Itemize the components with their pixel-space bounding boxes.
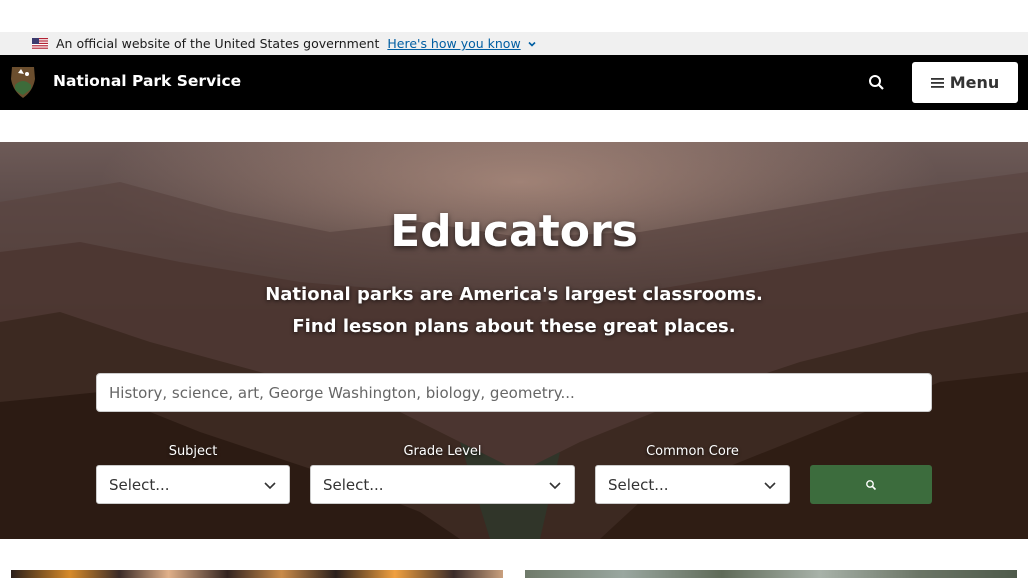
page-title: Educators [390, 206, 638, 257]
hero-section: Educators National parks are America's l… [0, 142, 1028, 539]
us-flag-icon [32, 38, 48, 49]
menu-button[interactable]: Menu [912, 62, 1018, 103]
grade-level-select-value: Select... [323, 475, 384, 494]
subject-label: Subject [168, 444, 218, 459]
feature-card-image-1[interactable] [11, 570, 503, 578]
how-you-know-link[interactable]: Here's how you know [387, 36, 520, 51]
hamburger-icon [930, 77, 944, 88]
common-core-label: Common Core [646, 444, 739, 459]
grade-level-label: Grade Level [403, 444, 482, 459]
gov-banner: An official website of the United States… [0, 32, 1028, 55]
nps-arrowhead-logo-icon[interactable] [9, 65, 37, 99]
common-core-select-value: Select... [608, 475, 669, 494]
hero-tagline-1: National parks are America's largest cla… [265, 284, 763, 305]
lesson-search-input[interactable] [96, 373, 932, 412]
feature-card-image-2[interactable] [525, 570, 1017, 578]
chevron-down-icon [549, 482, 561, 490]
chevron-down-icon [264, 482, 276, 490]
hero-tagline-2: Find lesson plans about these great plac… [292, 316, 736, 337]
chevron-down-icon [764, 482, 776, 490]
subject-select[interactable]: Select... [96, 465, 290, 504]
search-icon[interactable] [866, 72, 888, 94]
grade-level-select[interactable]: Select... [310, 465, 575, 504]
common-core-select[interactable]: Select... [595, 465, 790, 504]
chevron-down-icon[interactable] [527, 39, 537, 49]
search-submit-button[interactable] [810, 465, 932, 504]
search-icon [866, 479, 877, 490]
subject-select-value: Select... [109, 475, 170, 494]
site-header: National Park Service Menu [0, 55, 1028, 110]
gov-banner-text: An official website of the United States… [56, 36, 380, 51]
site-title[interactable]: National Park Service [53, 72, 241, 90]
menu-label: Menu [949, 73, 1000, 92]
